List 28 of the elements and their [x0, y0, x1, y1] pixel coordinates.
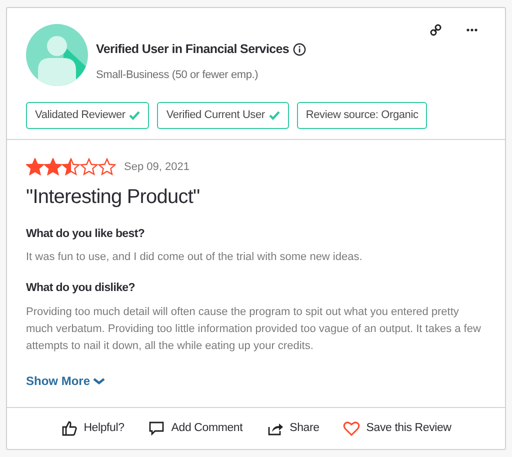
share-button[interactable]: Share — [266, 420, 320, 438]
show-more-link[interactable]: Show More — [26, 372, 106, 390]
reviewer-badge: Verified Current User — [157, 102, 289, 130]
review-title: "Interesting Product" — [26, 185, 201, 210]
empty-star-icon — [98, 158, 116, 176]
question-heading: What do you like best? — [26, 227, 146, 242]
star-icon — [44, 158, 62, 176]
reviewer-badge: Review source: Organic — [296, 102, 428, 130]
chevron-down-icon — [93, 376, 106, 385]
half-star-icon — [62, 158, 80, 176]
empty-star-icon — [80, 158, 98, 176]
reviewer-badge: Validated Reviewer — [26, 102, 150, 130]
thumbs-up-icon — [60, 420, 78, 437]
star-icon — [26, 158, 44, 176]
answer-text: Providing too much detail will often cause the program to spit out what you entered pretty much verbatum. Providing too little information provided too vague of an output. It takes a few attempts to nail it down, all the while eating up your credits. — [26, 304, 482, 354]
comment-button[interactable]: Add Comment — [148, 420, 243, 438]
reviewer-name: Verified User in Financial Services — [96, 41, 290, 58]
comment-icon — [148, 420, 166, 437]
answer-text: It was fun to use, and I did come out of the trial with some new ideas. — [26, 250, 364, 266]
helpful-button[interactable]: Helpful? — [60, 420, 124, 438]
info-icon[interactable] — [293, 42, 306, 56]
review-date: Sep 09, 2021 — [124, 160, 190, 175]
question-heading: What do you dislike? — [26, 281, 136, 296]
avatar-icon — [26, 24, 88, 86]
link-icon[interactable] — [430, 24, 442, 36]
save-button[interactable]: Save this Review — [343, 420, 452, 438]
heart-icon — [343, 420, 360, 437]
company-size: Small-Business (50 or fewer emp.) — [96, 68, 260, 83]
